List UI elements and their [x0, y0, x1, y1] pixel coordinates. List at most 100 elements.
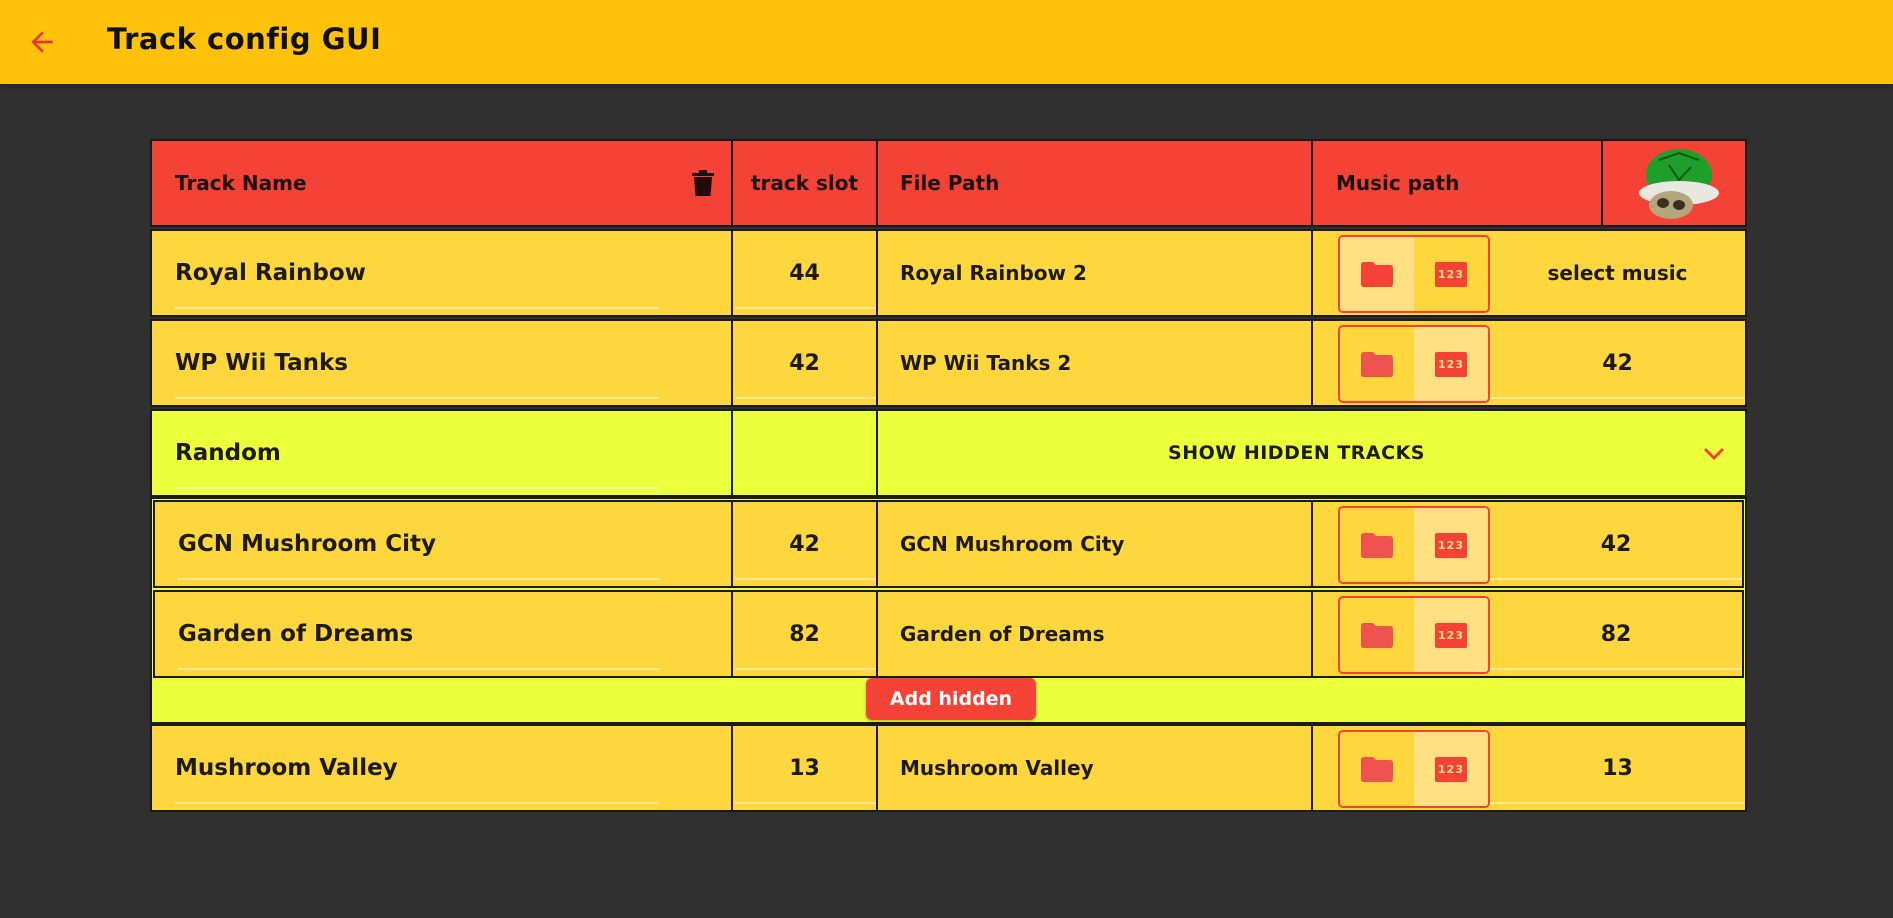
- app-bar: Track config GUI: [0, 0, 1893, 84]
- file-path-value: Garden of Dreams: [900, 622, 1105, 646]
- input-underline: [1490, 397, 1745, 399]
- number-icon: 123: [1435, 351, 1467, 377]
- folder-mode-button[interactable]: [1340, 598, 1414, 672]
- header-file-path: File Path: [878, 141, 1313, 225]
- music-path-cell: 123 42: [1313, 502, 1742, 586]
- track-slot-input[interactable]: 13: [789, 756, 820, 781]
- input-underline: [175, 487, 659, 489]
- track-name-input[interactable]: Royal Rainbow: [175, 260, 366, 286]
- music-path-cell: 123 select music: [1313, 231, 1745, 315]
- track-slot-cell[interactable]: 42: [733, 502, 878, 586]
- music-path-cell: 123 82: [1313, 592, 1742, 676]
- number-mode-button[interactable]: 123: [1414, 598, 1488, 672]
- table-header: Track Name track slot File Path Music pa…: [150, 139, 1747, 227]
- input-underline: [175, 802, 659, 804]
- track-name-cell[interactable]: WP Wii Tanks: [152, 321, 733, 405]
- track-name-cell[interactable]: GCN Mushroom City: [155, 502, 733, 586]
- track-slot-cell[interactable]: 42: [733, 321, 878, 405]
- select-music-button[interactable]: select music: [1490, 231, 1745, 315]
- track-slot-input[interactable]: 44: [789, 261, 820, 286]
- input-underline: [1490, 668, 1742, 670]
- file-path-cell: Mushroom Valley: [878, 726, 1313, 810]
- folder-icon: [1361, 261, 1393, 287]
- page-title: Track config GUI: [107, 22, 382, 56]
- file-path-value: GCN Mushroom City: [900, 532, 1125, 556]
- track-name-input[interactable]: WP Wii Tanks: [175, 350, 348, 376]
- track-slot-cell[interactable]: 82: [733, 592, 878, 676]
- number-icon: 123: [1435, 622, 1467, 648]
- track-name-cell[interactable]: Garden of Dreams: [155, 592, 733, 676]
- music-mode-toggle[interactable]: 123: [1338, 730, 1490, 808]
- track-name-cell[interactable]: Mushroom Valley: [152, 726, 733, 810]
- music-number-input[interactable]: 42: [1490, 321, 1745, 405]
- file-path-cell: GCN Mushroom City: [878, 502, 1313, 586]
- number-icon: 123: [1435, 756, 1467, 782]
- input-underline: [1490, 802, 1745, 804]
- file-path-value: WP Wii Tanks 2: [900, 351, 1072, 375]
- input-underline: [735, 668, 876, 670]
- header-track-name: Track Name: [152, 141, 733, 225]
- file-path-cell: Royal Rainbow 2: [878, 231, 1313, 315]
- arrow-left-icon[interactable]: [26, 26, 58, 58]
- number-icon: 123: [1435, 532, 1467, 558]
- music-path-cell: 123 13: [1313, 726, 1745, 810]
- number-icon: 123: [1435, 261, 1467, 287]
- table-row: WP Wii Tanks 42 WP Wii Tanks 2 123 42: [150, 319, 1747, 407]
- input-underline: [178, 668, 660, 670]
- file-path-value: Royal Rainbow 2: [900, 261, 1087, 285]
- file-path-value: Mushroom Valley: [900, 756, 1094, 780]
- input-underline: [175, 397, 659, 399]
- header-music-path: Music path: [1313, 141, 1603, 225]
- track-slot-input[interactable]: 82: [789, 622, 820, 647]
- green-shell-image: [1639, 149, 1719, 219]
- folder-icon: [1361, 756, 1393, 782]
- folder-mode-button[interactable]: [1340, 237, 1414, 311]
- track-name-input[interactable]: Mushroom Valley: [175, 755, 398, 781]
- track-name-input[interactable]: Random: [175, 440, 281, 466]
- music-number-input[interactable]: 13: [1490, 726, 1745, 810]
- number-mode-button[interactable]: 123: [1414, 237, 1488, 311]
- track-name-input[interactable]: GCN Mushroom City: [178, 531, 436, 557]
- number-mode-button[interactable]: 123: [1414, 732, 1488, 806]
- file-path-cell: WP Wii Tanks 2: [878, 321, 1313, 405]
- number-mode-button[interactable]: 123: [1414, 327, 1488, 401]
- track-slot-input[interactable]: 42: [789, 532, 820, 557]
- folder-icon: [1361, 351, 1393, 377]
- show-hidden-tracks-label: SHOW HIDDEN TRACKS: [1168, 442, 1425, 464]
- show-hidden-tracks-toggle[interactable]: SHOW HIDDEN TRACKS: [878, 411, 1745, 495]
- music-number-input[interactable]: 42: [1490, 502, 1742, 586]
- input-underline: [735, 397, 876, 399]
- hidden-tracks-panel: GCN Mushroom City 42 GCN Mushroom City 1…: [150, 497, 1747, 724]
- track-slot-cell[interactable]: 13: [733, 726, 878, 810]
- input-underline: [735, 802, 876, 804]
- folder-mode-button[interactable]: [1340, 508, 1414, 582]
- header-image-cell: [1603, 141, 1745, 225]
- folder-icon: [1361, 532, 1393, 558]
- folder-icon: [1361, 622, 1393, 648]
- music-mode-toggle[interactable]: 123: [1338, 506, 1490, 584]
- folder-mode-button[interactable]: [1340, 327, 1414, 401]
- input-underline: [178, 578, 660, 580]
- track-slot-cell[interactable]: 44: [733, 231, 878, 315]
- music-number-input[interactable]: 82: [1490, 592, 1742, 676]
- track-name-cell[interactable]: Random: [152, 411, 733, 495]
- input-underline: [735, 307, 876, 309]
- music-mode-toggle[interactable]: 123: [1338, 235, 1490, 313]
- track-slot-input[interactable]: 42: [789, 351, 820, 376]
- header-track-name-label: Track Name: [175, 171, 307, 195]
- header-track-slot: track slot: [733, 141, 878, 225]
- music-mode-toggle[interactable]: 123: [1338, 596, 1490, 674]
- track-name-input[interactable]: Garden of Dreams: [178, 621, 413, 647]
- number-mode-button[interactable]: 123: [1414, 508, 1488, 582]
- music-path-cell: 123 42: [1313, 321, 1745, 405]
- hidden-table-row: Garden of Dreams 82 Garden of Dreams 123: [153, 590, 1744, 678]
- hidden-table-row: GCN Mushroom City 42 GCN Mushroom City 1…: [153, 500, 1744, 588]
- track-name-cell[interactable]: Royal Rainbow: [152, 231, 733, 315]
- file-path-cell: Garden of Dreams: [878, 592, 1313, 676]
- chevron-down-icon: [1703, 447, 1725, 461]
- folder-mode-button[interactable]: [1340, 732, 1414, 806]
- trash-icon[interactable]: [691, 169, 715, 197]
- add-hidden-button[interactable]: Add hidden: [866, 678, 1036, 720]
- random-row: Random SHOW HIDDEN TRACKS: [150, 409, 1747, 497]
- music-mode-toggle[interactable]: 123: [1338, 325, 1490, 403]
